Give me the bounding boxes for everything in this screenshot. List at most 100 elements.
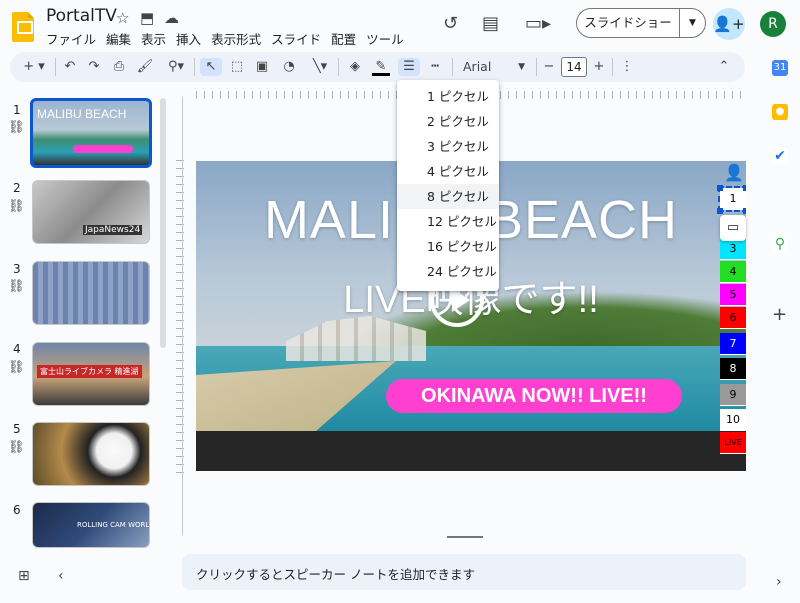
document-title[interactable]: PortalTV xyxy=(46,6,117,26)
version-history-icon[interactable]: ↺ xyxy=(443,13,458,34)
increase-font-icon[interactable]: + xyxy=(592,58,606,76)
side-panel-toggle-icon[interactable]: ▭ xyxy=(720,215,746,241)
menu-item-3px[interactable]: 3 ピクセル xyxy=(397,134,499,159)
menu-file[interactable]: ファイル xyxy=(46,29,96,48)
thumb-caption: ROLLING CAM WORLD xyxy=(77,521,150,529)
slide-thumbnail[interactable] xyxy=(32,422,150,486)
line-icon[interactable]: ╲▾ xyxy=(306,58,334,76)
slide-number: 1 xyxy=(13,103,21,117)
font-select[interactable]: Arial ▼ xyxy=(463,57,533,77)
slides-logo-icon[interactable] xyxy=(12,12,34,42)
share-button[interactable]: 👤+ xyxy=(713,8,745,40)
channel-5[interactable]: 5 xyxy=(720,284,746,306)
paint-format-icon[interactable]: 🖌 xyxy=(136,58,154,76)
thumb-pill xyxy=(73,145,133,153)
channel-1[interactable]: 1 xyxy=(718,186,746,212)
slide-number: 6 xyxy=(13,503,21,517)
resize-handle[interactable] xyxy=(743,208,746,214)
undo-icon[interactable]: ↶ xyxy=(62,58,78,76)
toolbar-divider xyxy=(338,58,339,76)
maps-icon[interactable]: ⚲ xyxy=(772,236,788,252)
select-icon[interactable]: ↖ xyxy=(200,58,222,76)
channel-4[interactable]: 4 xyxy=(720,261,746,283)
menu-item-2px[interactable]: 2 ピクセル xyxy=(397,109,499,134)
menu-item-1px[interactable]: 1 ピクセル xyxy=(397,84,499,109)
menu-item-12px[interactable]: 12 ピクセル xyxy=(397,209,499,234)
expand-panel-icon[interactable]: › xyxy=(776,574,782,590)
toolbar-divider xyxy=(194,58,195,76)
border-dash-icon[interactable]: ┅ xyxy=(426,58,444,76)
menu-arrange[interactable]: 配置 xyxy=(331,29,356,48)
comments-icon[interactable]: ▤ xyxy=(482,13,499,34)
move-folder-icon[interactable]: ⬒ xyxy=(140,9,154,27)
menu-insert[interactable]: 挿入 xyxy=(176,29,201,48)
border-weight-menu: 1 ピクセル 2 ピクセル 3 ピクセル 4 ピクセル 8 ピクセル 12 ピク… xyxy=(397,80,499,291)
more-options-icon[interactable]: ⋮ xyxy=(620,58,634,76)
font-size-input[interactable]: 14 xyxy=(561,57,587,77)
add-addon-icon[interactable]: + xyxy=(772,304,787,325)
channel-6[interactable]: 6 xyxy=(720,307,746,329)
border-color-icon[interactable]: ✎ xyxy=(372,58,390,76)
meet-icon[interactable]: ▭▸ xyxy=(525,13,551,34)
decrease-font-icon[interactable]: − xyxy=(542,58,556,76)
zoom-icon[interactable]: ⚲▾ xyxy=(162,58,190,76)
thumb-caption: 富士山ライブカメラ 精進湖 xyxy=(37,365,142,378)
menu-item-24px[interactable]: 24 ピクセル xyxy=(397,259,499,284)
link-icon: ⛓ xyxy=(8,199,25,214)
text-box-icon[interactable]: ⬚ xyxy=(228,58,246,76)
menu-view[interactable]: 表示 xyxy=(141,29,166,48)
border-weight-icon[interactable]: ☰ xyxy=(398,58,420,76)
redo-icon[interactable]: ↷ xyxy=(86,58,102,76)
menu-slide[interactable]: スライド xyxy=(271,29,321,48)
channel-7[interactable]: 7 xyxy=(720,333,746,355)
menu-item-4px[interactable]: 4 ピクセル xyxy=(397,159,499,184)
chevron-down-icon[interactable]: ▼ xyxy=(680,18,705,28)
channel-3[interactable]: 3 xyxy=(720,238,746,260)
keep-icon[interactable]: ● xyxy=(772,104,788,120)
filmstrip-scrollbar[interactable] xyxy=(160,98,166,348)
print-icon[interactable]: ⎙ xyxy=(110,58,128,76)
resize-handle[interactable] xyxy=(717,185,723,191)
avatar[interactable]: R xyxy=(760,11,786,37)
slideshow-button[interactable]: スライドショー ▼ xyxy=(576,8,706,38)
slideshow-label[interactable]: スライドショー xyxy=(577,9,680,37)
menu-tools[interactable]: ツール xyxy=(366,29,404,48)
channel-live[interactable]: LIVE xyxy=(720,432,746,454)
link-icon: ⛓ xyxy=(8,360,25,375)
location-pill[interactable]: OKINAWA NOW!! LIVE!! xyxy=(386,379,682,413)
star-icon[interactable]: ☆ xyxy=(116,9,129,27)
slide-number: 4 xyxy=(13,342,21,356)
slide-thumbnail[interactable]: JapaNews24 xyxy=(32,180,150,244)
resize-handle[interactable] xyxy=(717,208,723,214)
menu-item-8px[interactable]: 8 ピクセル xyxy=(397,184,499,209)
link-icon: ⛓ xyxy=(8,279,25,294)
toolbar-divider xyxy=(452,58,453,76)
link-icon: ⛓ xyxy=(8,440,25,455)
new-slide-icon[interactable]: + ▾ xyxy=(20,58,48,76)
menu-edit[interactable]: 編集 xyxy=(106,29,131,48)
slide-thumbnail[interactable]: MALIBU BEACH xyxy=(30,98,152,168)
resize-handle[interactable] xyxy=(743,185,746,191)
slide-thumbnail[interactable]: ROLLING CAM WORLD xyxy=(32,502,150,548)
channel-10[interactable]: 10 xyxy=(720,409,746,431)
slide-thumbnail[interactable]: 富士山ライブカメラ 精進湖 xyxy=(32,342,150,406)
toolbar-divider xyxy=(536,58,537,76)
menu-item-16px[interactable]: 16 ピクセル xyxy=(397,234,499,259)
cloud-status-icon[interactable]: ☁ xyxy=(164,9,179,27)
menu-format[interactable]: 表示形式 xyxy=(211,29,261,48)
channel-8[interactable]: 8 xyxy=(720,358,746,380)
collapse-filmstrip-icon[interactable]: ‹ xyxy=(58,568,64,584)
chevron-down-icon: ▼ xyxy=(518,62,525,72)
calendar-icon[interactable]: 31 xyxy=(772,60,788,76)
speaker-notes[interactable]: クリックするとスピーカー ノートを追加できます xyxy=(182,554,746,590)
image-icon[interactable]: ▣ xyxy=(253,58,271,76)
grid-view-icon[interactable]: ⊞ xyxy=(18,568,30,584)
collapse-toolbar-icon[interactable]: ⌃ xyxy=(716,58,732,76)
slide-thumbnail[interactable] xyxy=(32,261,150,325)
tasks-icon[interactable]: ✔ xyxy=(772,148,788,164)
channel-9[interactable]: 9 xyxy=(720,384,746,406)
thumb-caption: JapaNews24 xyxy=(83,225,143,235)
notes-resize-handle[interactable] xyxy=(447,536,483,538)
shape-icon[interactable]: ◔ xyxy=(278,58,300,76)
fill-color-icon[interactable]: ◈ xyxy=(346,58,364,76)
